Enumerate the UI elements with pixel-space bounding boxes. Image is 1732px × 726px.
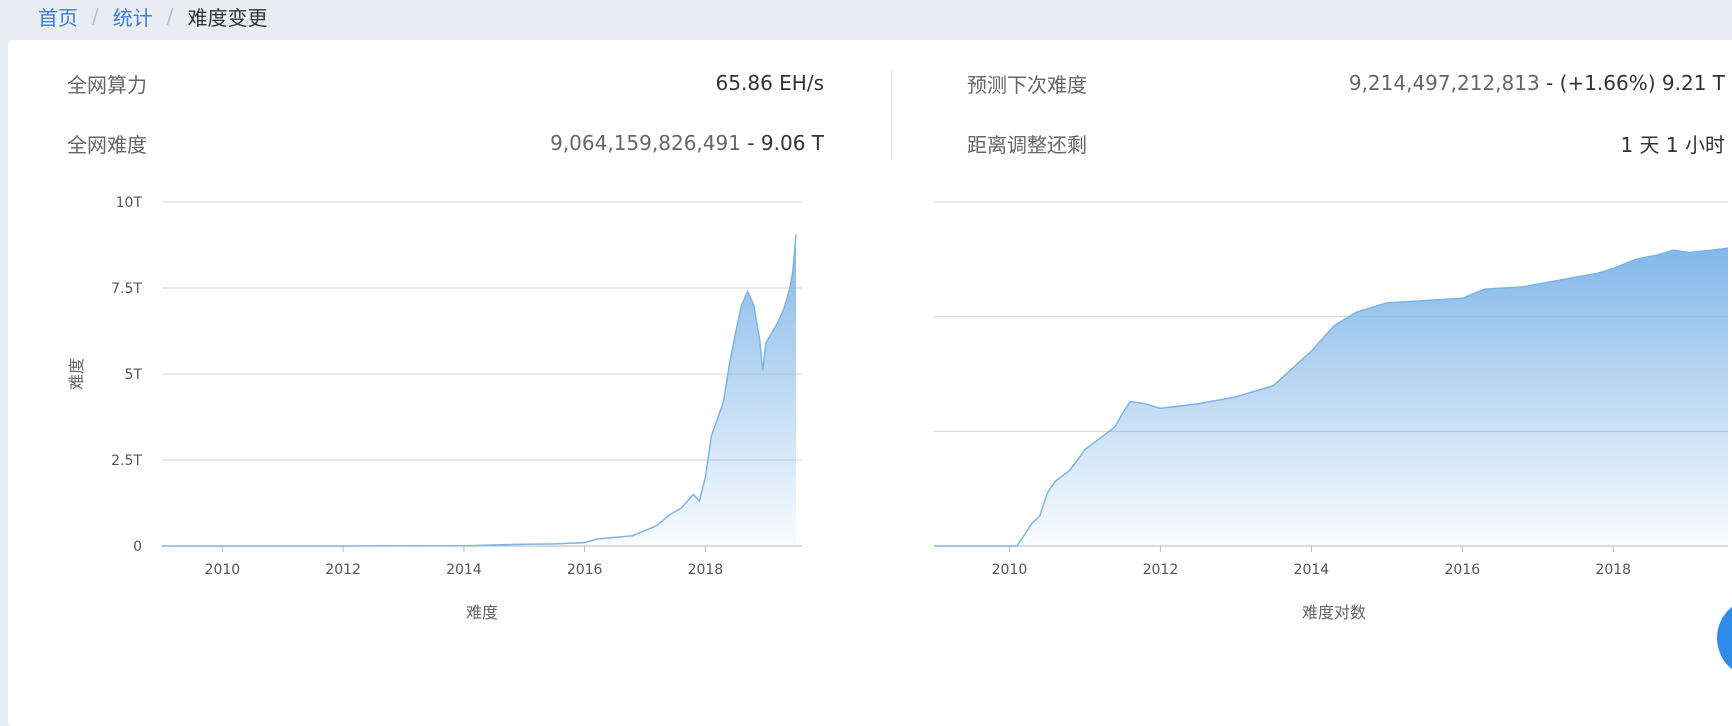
next-difficulty-full-value: 9,214,497,212,813 (1348, 71, 1540, 95)
hashrate-row: 全网算力 65.86 EH/s (67, 68, 824, 98)
next-difficulty-value: 9,214,497,212,813 - (+1.66%) 9.21 T (1349, 71, 1725, 95)
y-axis-label: 难度对数 (928, 342, 930, 406)
x-tick-label: 2016 (567, 562, 603, 578)
x-tick-label: 2012 (325, 562, 361, 578)
x-tick-label: 2014 (1294, 562, 1330, 578)
x-tick-label: 2018 (688, 562, 724, 578)
next-difficulty-short-value: - (+1.66%) 9.21 T (1539, 71, 1725, 95)
remaining-time-value: 1 天 1 小时 (1620, 132, 1725, 157)
next-difficulty-row: 预测下次难度 9,214,497,212,813 - (+1.66%) 9.21… (967, 68, 1725, 98)
x-axis-label: 难度 (466, 603, 498, 622)
breadcrumb: 首页 / 统计 / 难度变更 (38, 0, 268, 32)
breadcrumb-separator: / (92, 4, 99, 28)
difficulty-row: 全网难度 9,064,159,826,491 - 9.06 T (67, 128, 824, 158)
x-tick-label: 2010 (992, 562, 1028, 578)
y-tick-label: 2.5T (111, 453, 142, 469)
x-tick-label: 2012 (1143, 562, 1179, 578)
breadcrumb-current: 难度变更 (187, 5, 268, 30)
difficulty-short-value: - 9.06 T (740, 131, 824, 155)
hashrate-value: 65.86 EH/s (715, 71, 824, 95)
x-tick-label: 2016 (1444, 562, 1480, 578)
log-difficulty-chart: 05101520102012201420162018难度对数难度对数 (928, 201, 1728, 622)
y-tick-label: 10T (116, 195, 143, 211)
breadcrumb-separator: / (166, 4, 174, 28)
x-tick-label: 2014 (446, 562, 482, 578)
difficulty-card: 全网算力 65.86 EH/s 全网难度 9,064,159,826,491 -… (8, 40, 1732, 726)
hashrate-label: 全网算力 (67, 72, 147, 97)
remaining-time-label: 距离调整还剩 (967, 132, 1087, 157)
difficulty-label: 全网难度 (67, 132, 147, 157)
difficulty-chart: 02.5T5T7.5T10T2010 2012 2014 2016 2018难度难度 (67, 195, 802, 622)
next-difficulty-label: 预测下次难度 (967, 72, 1087, 97)
series-area (162, 234, 796, 547)
remaining-time-row: 距离调整还剩 1 天 1 小时 (967, 128, 1725, 158)
x-axis-label: 难度对数 (1302, 603, 1366, 622)
stats-divider (891, 70, 892, 160)
difficulty-value: 9,064,159,826,491 - 9.06 T (550, 131, 824, 155)
y-tick-label: 7.5T (111, 281, 142, 297)
difficulty-full-value: 9,064,159,826,491 (550, 131, 741, 155)
y-axis-label: 难度 (67, 358, 86, 390)
series-area (934, 248, 1728, 546)
breadcrumb-stats-link[interactable]: 统计 (113, 2, 153, 31)
breadcrumb-home-link[interactable]: 首页 (38, 2, 78, 31)
x-tick-label: 2018 (1595, 562, 1631, 578)
y-tick-label: 5T (125, 367, 143, 383)
x-tick-label: 2010 (205, 562, 241, 578)
y-tick-label: 0 (133, 539, 142, 555)
